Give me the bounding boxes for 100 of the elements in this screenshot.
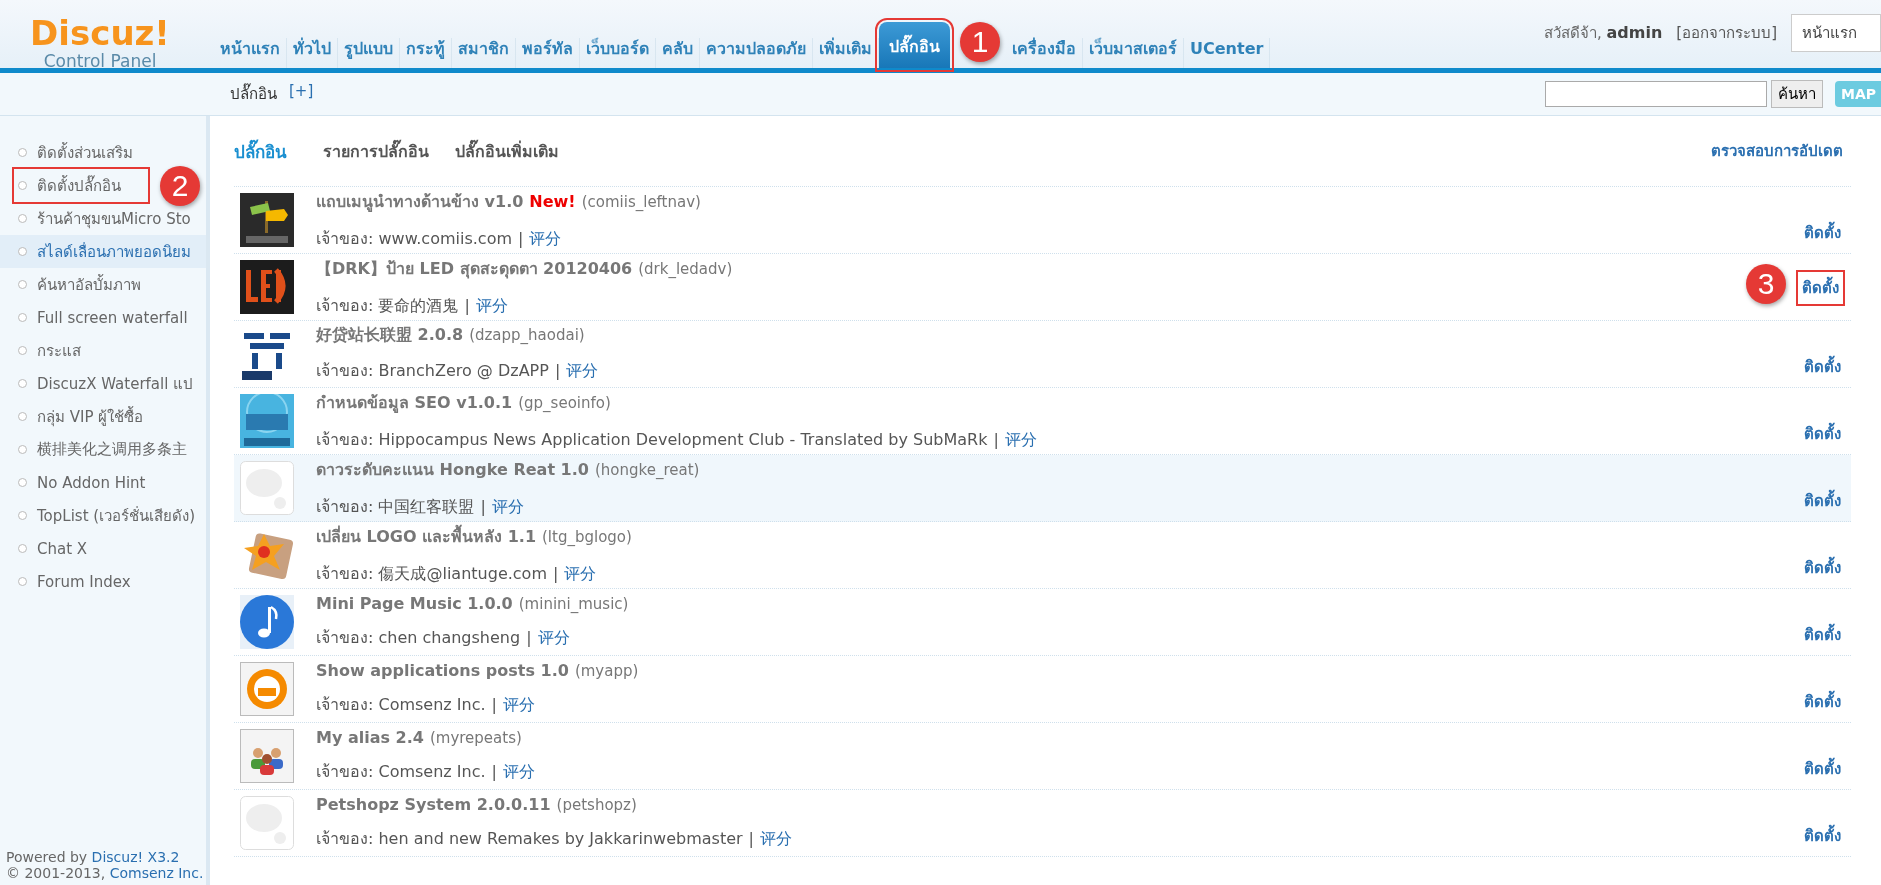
install-link[interactable]: ติดตั้ง [1804, 824, 1841, 848]
sidebar-item[interactable]: สไลด์เลื่อนภาพยอดนิยม [0, 235, 206, 268]
nav-tab[interactable]: UCenter [1184, 38, 1271, 68]
plugin-id: (comiis_leftnav) [581, 193, 701, 211]
sidebar-item[interactable]: Chat X [0, 532, 206, 565]
owner-text: เจ้าของ: Comsenz Inc. [316, 762, 486, 781]
nav-tab[interactable]: ความปลอดภัย [700, 38, 813, 68]
install-link[interactable]: ติดตั้ง [1804, 757, 1841, 781]
rate-link[interactable]: 评分 [475, 296, 508, 315]
breadcrumb-text: ปลั๊กอิน [230, 82, 277, 105]
step-number-badge: 2 [160, 166, 200, 206]
tab[interactable]: รายการปลั๊กอิน [323, 138, 429, 164]
search-field[interactable] [1545, 81, 1767, 107]
plugin-title: ดาวระดับคะแนน Hongke Reat 1.0 [316, 460, 589, 479]
plugin-id: (myapp) [574, 662, 639, 680]
sidebar-item[interactable]: TopList (เวอร์ชั่นเสียดัง) [0, 499, 206, 532]
rate-link[interactable]: 评分 [529, 229, 562, 248]
rate-link[interactable]: 评分 [502, 762, 535, 781]
owner-text: เจ้าของ: 中国红客联盟 [316, 497, 475, 516]
install-link[interactable]: ติดตั้ง [1804, 623, 1841, 647]
owner-text: เจ้าของ: Comsenz Inc. [316, 695, 486, 714]
separator: | [526, 628, 532, 647]
plugin-title: 【DRK】ป้าย LED สุดสะดุดตา 20120406 [316, 259, 633, 278]
music-note-icon [240, 595, 294, 649]
separator: | [748, 829, 754, 848]
plugin-id: (petshopz) [556, 796, 637, 814]
install-link[interactable]: ติดตั้ง [1804, 556, 1841, 580]
sidebar-item[interactable]: Full screen waterfall [0, 301, 206, 334]
install-link[interactable]: ติดตั้ง [1804, 422, 1841, 446]
separator: | [554, 361, 561, 380]
separator: | [491, 695, 497, 714]
placeholder-icon [240, 461, 294, 515]
nav-tab[interactable]: รูปแบบ [338, 38, 400, 68]
new-label: New! [529, 192, 576, 211]
install-link[interactable]: ติดตั้ง [1804, 690, 1841, 714]
nav-tab[interactable]: หน้าแรก [214, 38, 287, 68]
plugin-title: กำหนดข้อมูล SEO v1.0.1 [316, 393, 513, 412]
add-link[interactable]: [+] [289, 82, 314, 106]
owner-text: เจ้าของ: chen changsheng [316, 628, 521, 647]
nav-tab[interactable]: เว็บมาสเตอร์ [1083, 38, 1184, 68]
sidebar-item[interactable]: Forum Index [0, 565, 206, 598]
plugin-title: แถบเมนูนำทางด้านข้าง v1.0 [316, 192, 524, 211]
rate-link[interactable]: 评分 [566, 361, 599, 380]
plugin-title: Show applications posts 1.0 [316, 661, 569, 680]
separator: | [993, 430, 999, 449]
logout-link[interactable]: [ออกจากระบบ] [1676, 21, 1777, 45]
sidebar-item[interactable]: No Addon Hint [0, 466, 206, 499]
letter-m-icon [240, 662, 294, 716]
owner-text: เจ้าของ: www.comiis.com [316, 229, 512, 248]
install-link[interactable]: ติดตั้ง [1804, 355, 1841, 379]
people-icon [240, 729, 294, 783]
greeting-text: สวัสดีจ้า, admin [1543, 22, 1663, 44]
rate-link[interactable]: 评分 [760, 829, 792, 848]
plugin-id: (dzapp_haodai) [469, 326, 585, 344]
home-button[interactable]: หน้าแรก [1791, 14, 1881, 52]
search-button[interactable]: ค้นหา [1771, 80, 1823, 108]
owner-text: เจ้าของ: hen and new Remakes by Jakkarinwebmaster [316, 829, 743, 848]
plugin-id: (myrepeats) [429, 729, 522, 747]
nav-tab[interactable]: พอร์ทัล [516, 38, 580, 68]
rate-link[interactable]: 评分 [537, 628, 570, 647]
rate-link[interactable]: 评分 [1004, 430, 1037, 449]
nav-tab[interactable]: ทั่วไป [287, 38, 338, 68]
sidebar-item[interactable]: ติดตั้งส่วนเสริม [0, 136, 206, 169]
separator: | [553, 564, 559, 583]
rate-link[interactable]: 评分 [502, 695, 535, 714]
sidebar-item[interactable]: 横排美化之调用多条主 [0, 433, 206, 466]
logo[interactable]: Discuz! Control Panel [0, 0, 200, 68]
owner-text: เจ้าของ: 要命的酒鬼 [316, 296, 459, 315]
plugin-title: My alias 2.4 [316, 728, 424, 747]
step-number-badge: 3 [1746, 264, 1786, 304]
nav-tab[interactable]: เครื่องมือ [1006, 38, 1083, 68]
plugin-id: (drk_ledadv) [638, 260, 733, 278]
install-link[interactable]: ติดตั้ง [1804, 221, 1841, 245]
nav-tab[interactable]: สมาชิก [452, 38, 516, 68]
plugin-id: (ltg_bglogo) [542, 528, 632, 546]
company-link[interactable]: Comsenz Inc. [109, 865, 204, 881]
plugin-title: Mini Page Music 1.0.0 [316, 594, 513, 613]
install-link[interactable]: ติดตั้ง [1804, 489, 1841, 513]
tab[interactable]: ปลั๊กอินเพิ่มเติม [455, 138, 559, 164]
seo-badge-icon [240, 394, 294, 448]
plugin-id: (gp_seoinfo) [518, 394, 611, 412]
sidebar-item[interactable]: กระแส [0, 334, 206, 367]
nav-tab[interactable]: กระทู้ [400, 38, 452, 68]
plugin-id: (hongke_reat) [594, 461, 700, 479]
product-link[interactable]: Discuz! X3.2 [91, 849, 180, 865]
tab[interactable]: ปลั๊กอิน [234, 137, 287, 165]
rate-link[interactable]: 评分 [564, 564, 597, 583]
sidebar-item[interactable]: DiscuzX Waterfall แป [0, 367, 206, 400]
sidebar-item[interactable]: ค้นหาอัลบั้มภาพ [0, 268, 206, 301]
footer-text: Powered by [6, 849, 88, 865]
placeholder-icon [240, 796, 294, 850]
plugin-title: 好贷站长联盟 2.0.8 [316, 325, 464, 344]
check-updates-link[interactable]: ตรวจสอบการอัปเดต [1711, 139, 1843, 163]
nav-tab[interactable]: คลับ [656, 38, 700, 68]
rate-link[interactable]: 评分 [491, 497, 524, 516]
separator: | [491, 762, 497, 781]
step-number-badge: 1 [960, 22, 1000, 62]
nav-tab[interactable]: เว็บบอร์ด [580, 38, 656, 68]
sidebar-item[interactable]: กลุ่ม VIP ผู้ใช้ซื้อ [0, 400, 206, 433]
owner-text: เจ้าของ: Hippocampus News Application Development Club - Translated by SubMaRk [316, 430, 988, 449]
